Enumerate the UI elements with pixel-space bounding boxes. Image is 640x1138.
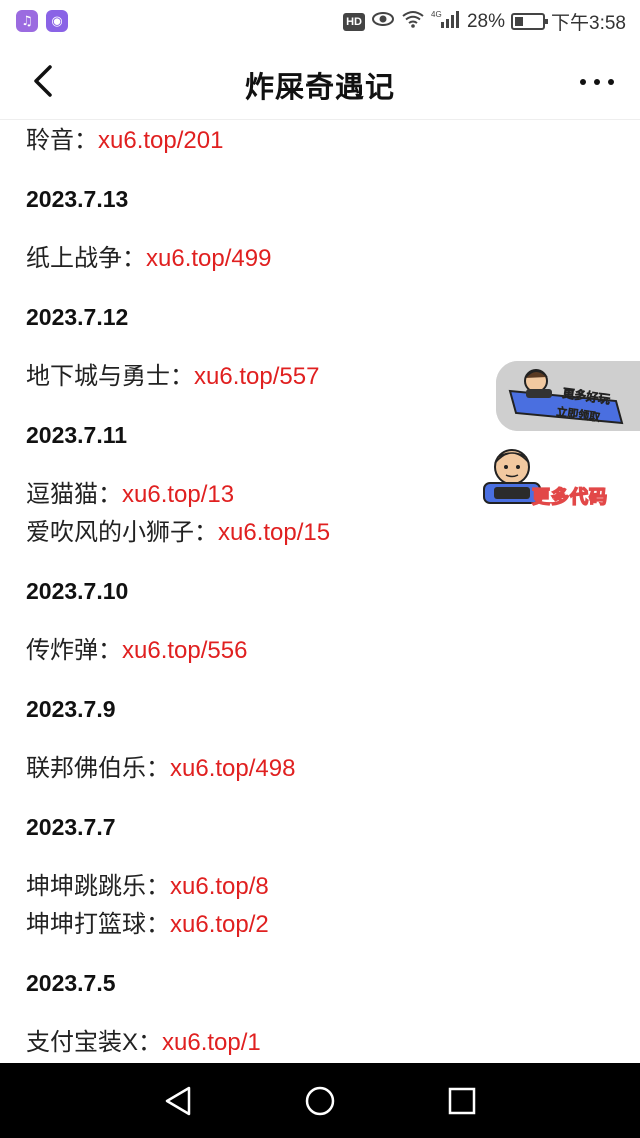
game-link-row: 聆音：xu6.top/201 <box>26 123 223 159</box>
game-link[interactable]: xu6.top/557 <box>194 363 319 390</box>
game-link-row: 地下城与勇士：xu6.top/557 <box>26 359 319 395</box>
game-name: 地下城与勇士： <box>26 363 194 390</box>
game-link-row: 联邦佛伯乐：xu6.top/498 <box>26 751 295 787</box>
date-heading: 2023.7.9 <box>26 696 116 722</box>
gamer-lying-icon: 更多好玩 立即领取 <box>496 361 640 431</box>
status-bar: ♫ ◉ HD 4G 28% 下午3:58 <box>0 0 640 44</box>
game-link[interactable]: xu6.top/201 <box>98 127 223 154</box>
game-link[interactable]: xu6.top/498 <box>170 755 295 782</box>
wifi-icon <box>401 10 425 34</box>
date-heading: 2023.7.7 <box>26 814 116 840</box>
game-link[interactable]: xu6.top/556 <box>122 637 247 664</box>
game-link-row: 纸上战争：xu6.top/499 <box>26 241 271 277</box>
title-bar: 炸屎奇遇记 <box>0 44 640 120</box>
game-link[interactable]: xu6.top/8 <box>170 873 269 900</box>
game-name: 联邦佛伯乐： <box>26 755 170 782</box>
game-name: 坤坤打篮球： <box>26 911 170 938</box>
game-link[interactable]: xu6.top/13 <box>122 481 234 508</box>
game-link-row: 坤坤跳跳乐：xu6.top/8 <box>26 869 269 905</box>
nav-recents-icon[interactable] <box>442 1081 482 1121</box>
chat-app-icon: ◉ <box>46 10 68 32</box>
music-app-icon: ♫ <box>16 10 38 32</box>
game-link[interactable]: xu6.top/499 <box>146 245 271 272</box>
game-link[interactable]: xu6.top/15 <box>218 519 330 546</box>
game-name: 爱吹风的小狮子： <box>26 519 218 546</box>
battery-percent: 28% <box>466 10 506 32</box>
hd-icon: HD <box>343 12 365 31</box>
game-name: 聆音： <box>26 127 98 154</box>
floating-more-code-badge[interactable]: 更多代码 <box>476 443 636 509</box>
game-name: 逗猫猫： <box>26 481 122 508</box>
date-heading: 2023.7.12 <box>26 304 129 330</box>
nav-back-icon[interactable] <box>158 1081 198 1121</box>
clock: 下午3:58 <box>551 13 626 34</box>
game-link-row: 逗猫猫：xu6.top/13 <box>26 477 234 513</box>
game-link-row: 爱吹风的小狮子：xu6.top/15 <box>26 515 330 551</box>
game-name: 支付宝装X： <box>26 1029 163 1056</box>
date-heading: 2023.7.11 <box>26 422 128 448</box>
game-link-row: 支付宝装X：xu6.top/1 <box>26 1025 261 1061</box>
game-link[interactable]: xu6.top/1 <box>162 1029 261 1056</box>
article-content: 聆音：xu6.top/201 2023.7.13 纸上战争：xu6.top/499 2… <box>26 121 616 1063</box>
nav-home-icon[interactable] <box>300 1081 340 1121</box>
game-link-row: 坤坤打篮球：xu6.top/2 <box>26 907 269 943</box>
eye-icon <box>371 10 395 34</box>
date-heading: 2023.7.10 <box>26 578 129 604</box>
floating-promo-pill[interactable]: 更多好玩 立即领取 <box>496 361 640 431</box>
date-heading: 2023.7.13 <box>26 186 129 212</box>
game-name: 传炸弹： <box>26 637 122 664</box>
game-name: 坤坤跳跳乐： <box>26 873 170 900</box>
more-options-icon[interactable] <box>580 68 614 96</box>
game-name: 纸上战争： <box>26 245 146 272</box>
system-nav-bar <box>0 1063 640 1138</box>
game-link-row: 传炸弹：xu6.top/556 <box>26 633 247 669</box>
signal-icon: 4G <box>431 9 461 35</box>
more-code-label: 更多代码 <box>531 486 608 509</box>
battery-icon <box>511 13 549 30</box>
page-title: 炸屎奇遇记 <box>244 70 395 104</box>
network-type-label: 4G <box>431 10 442 19</box>
game-link[interactable]: xu6.top/2 <box>170 911 269 938</box>
date-heading: 2023.7.5 <box>26 970 116 996</box>
